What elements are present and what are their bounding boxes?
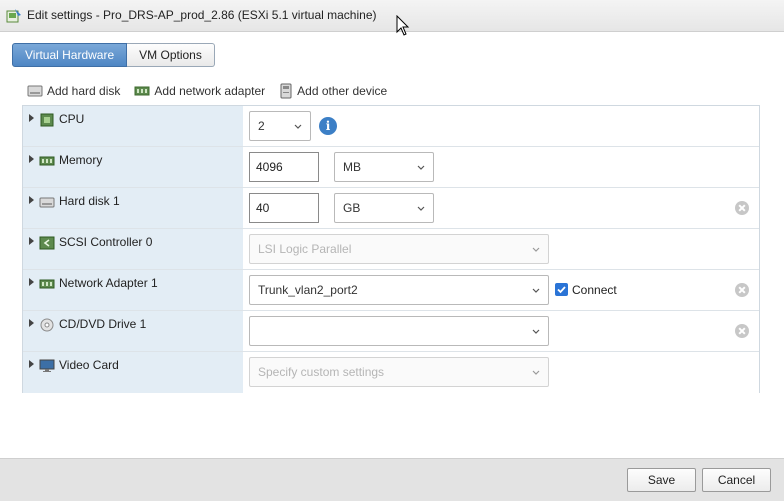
video-card-label: Video Card — [59, 358, 119, 372]
chevron-down-icon — [417, 165, 425, 170]
expand-video-card-arrow[interactable] — [29, 360, 34, 368]
network-adapter-label: Network Adapter 1 — [59, 276, 158, 290]
chevron-down-icon — [532, 288, 540, 293]
device-row-cpu: CPU 2 i — [23, 106, 759, 147]
device-value-cell: 4096 MB — [243, 147, 759, 187]
video-card-settings-value: Specify custom settings — [258, 365, 385, 379]
scsi-controller-label: SCSI Controller 0 — [59, 235, 153, 249]
memory-label: Memory — [59, 153, 103, 167]
chevron-down-icon — [532, 370, 540, 375]
cd-dvd-icon — [40, 318, 54, 332]
memory-size-input[interactable]: 4096 — [249, 152, 319, 182]
info-icon[interactable]: i — [319, 117, 337, 135]
mouse-cursor-icon — [396, 15, 410, 36]
remove-network-adapter-icon[interactable] — [735, 283, 749, 297]
device-label-cell: CD/DVD Drive 1 — [23, 311, 243, 351]
cd-dvd-label: CD/DVD Drive 1 — [59, 317, 147, 331]
connect-checkbox[interactable] — [555, 283, 568, 296]
expand-network-adapter-arrow[interactable] — [29, 278, 34, 286]
tab-virtual-hardware[interactable]: Virtual Hardware — [12, 43, 128, 67]
add-other-device-button[interactable]: Add other device — [279, 83, 387, 99]
remove-hard-disk-icon[interactable] — [735, 201, 749, 215]
chevron-down-icon — [532, 247, 540, 252]
device-value-cell: LSI Logic Parallel — [243, 229, 759, 269]
expand-scsi-arrow[interactable] — [29, 237, 34, 245]
device-row-video-card: Video Card Specify custom settings — [23, 352, 759, 393]
hard-disk-unit-select[interactable]: GB — [334, 193, 434, 223]
tab-vm-options[interactable]: VM Options — [127, 43, 215, 67]
device-row-hard-disk: Hard disk 1 40 GB — [23, 188, 759, 229]
checkmark-icon — [557, 286, 566, 294]
memory-icon — [39, 156, 55, 166]
chevron-down-icon — [417, 206, 425, 211]
device-label-cell: SCSI Controller 0 — [23, 229, 243, 269]
hard-disk-label: Hard disk 1 — [59, 194, 120, 208]
device-row-cd-dvd: CD/DVD Drive 1 — [23, 311, 759, 352]
expand-memory-arrow[interactable] — [29, 155, 34, 163]
device-label-cell: Network Adapter 1 — [23, 270, 243, 310]
chevron-down-icon — [532, 329, 540, 334]
scsi-controller-type-value: LSI Logic Parallel — [258, 242, 352, 256]
expand-hard-disk-arrow[interactable] — [29, 196, 34, 204]
add-network-adapter-button[interactable]: Add network adapter — [134, 84, 265, 98]
device-label-cell: CPU — [23, 106, 243, 146]
video-card-icon — [39, 359, 55, 372]
device-row-network-adapter: Network Adapter 1 Trunk_vlan2_port2 Conn… — [23, 270, 759, 311]
add-other-device-label: Add other device — [297, 84, 388, 98]
network-adapter-icon — [39, 279, 55, 289]
chevron-down-icon — [294, 124, 302, 129]
dialog-footer: Save Cancel — [0, 458, 784, 501]
device-label-cell: Memory — [23, 147, 243, 187]
tab-bar: Virtual Hardware VM Options — [12, 43, 215, 67]
network-value: Trunk_vlan2_port2 — [258, 283, 358, 297]
device-toolbar: Add hard disk Add network adapter Add ot… — [27, 82, 401, 100]
hard-disk-unit-value: GB — [343, 201, 361, 215]
hard-disk-size-input[interactable]: 40 — [249, 193, 319, 223]
virtual-hardware-grid: CPU 2 i Memory 4096 MB Hard disk 1 40 GB… — [22, 105, 760, 393]
cd-dvd-media-select[interactable] — [249, 316, 549, 346]
device-label-cell: Video Card — [23, 352, 243, 393]
cpu-count-select[interactable]: 2 — [249, 111, 311, 141]
video-card-settings-select[interactable]: Specify custom settings — [249, 357, 549, 387]
expand-cd-dvd-arrow[interactable] — [29, 319, 34, 327]
device-value-cell: 2 i — [243, 106, 759, 146]
scsi-controller-type-select[interactable]: LSI Logic Parallel — [249, 234, 549, 264]
hard-disk-icon — [27, 85, 43, 97]
add-hard-disk-label: Add hard disk — [47, 84, 121, 98]
add-network-adapter-label: Add network adapter — [154, 84, 266, 98]
device-value-cell: Trunk_vlan2_port2 Connect — [243, 270, 759, 310]
device-row-scsi-controller: SCSI Controller 0 LSI Logic Parallel — [23, 229, 759, 270]
expand-cpu-arrow[interactable] — [29, 114, 34, 122]
cpu-count-value: 2 — [258, 119, 265, 133]
add-hard-disk-button[interactable]: Add hard disk — [27, 84, 120, 98]
device-value-cell: 40 GB — [243, 188, 759, 228]
device-label-cell: Hard disk 1 — [23, 188, 243, 228]
device-value-cell — [243, 311, 759, 351]
cancel-button[interactable]: Cancel — [702, 468, 771, 492]
memory-unit-select[interactable]: MB — [334, 152, 434, 182]
other-device-icon — [280, 83, 292, 99]
device-row-memory: Memory 4096 MB — [23, 147, 759, 188]
network-select[interactable]: Trunk_vlan2_port2 — [249, 275, 549, 305]
dialog-title: Edit settings - Pro_DRS-AP_prod_2.86 (ES… — [27, 8, 377, 22]
network-adapter-icon — [134, 86, 150, 96]
cpu-label: CPU — [59, 112, 85, 126]
connect-label: Connect — [572, 283, 617, 297]
cpu-icon — [40, 113, 54, 127]
memory-unit-value: MB — [343, 160, 361, 174]
vm-edit-icon — [6, 9, 21, 23]
hard-disk-icon — [39, 197, 55, 208]
device-value-cell: Specify custom settings — [243, 352, 759, 393]
save-button[interactable]: Save — [627, 468, 696, 492]
remove-cd-dvd-icon[interactable] — [735, 324, 749, 338]
dialog-titlebar[interactable]: Edit settings - Pro_DRS-AP_prod_2.86 (ES… — [0, 0, 784, 32]
scsi-controller-icon — [39, 236, 55, 250]
